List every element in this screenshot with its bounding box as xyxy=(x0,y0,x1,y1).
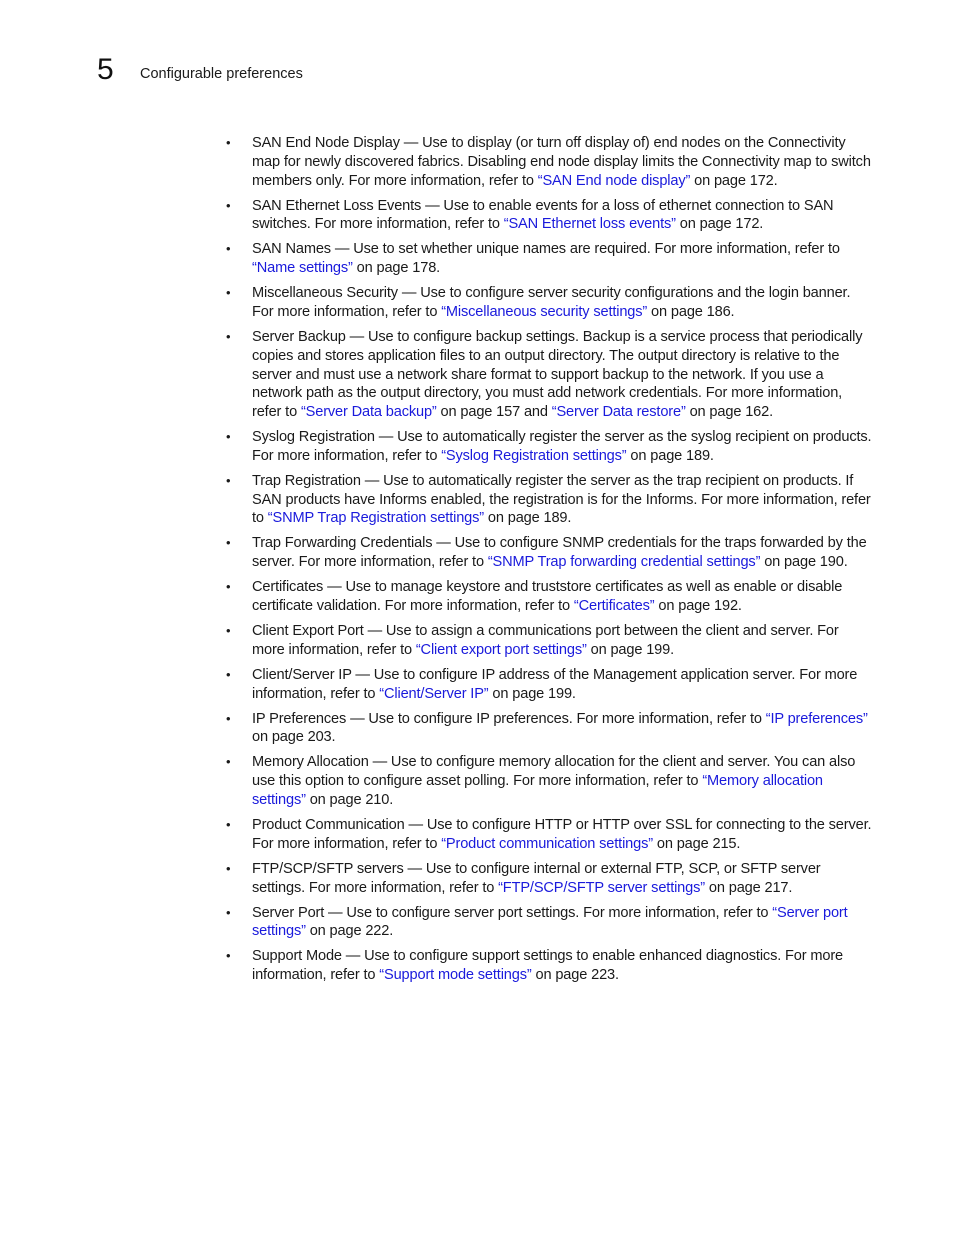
bullet-icon: • xyxy=(226,429,231,445)
list-item: • Certificates — Use to manage keystore a… xyxy=(226,578,872,616)
bullet-icon: • xyxy=(226,710,231,726)
list-item: • Memory Allocation — Use to configure me… xyxy=(226,753,872,809)
bullet-icon: • xyxy=(226,135,231,150)
item-text: on page 178. xyxy=(352,260,441,277)
list-item: • Client Export Port — Use to assign a co… xyxy=(226,622,872,660)
item-text: on page 189. xyxy=(626,447,714,464)
cross-reference-link[interactable]: “SNMP Trap forwarding credential setting… xyxy=(488,554,761,570)
item-text: on page 222. xyxy=(305,923,394,940)
bullet-icon: • xyxy=(226,472,231,488)
item-text: on page 223. xyxy=(531,967,619,984)
item-text: Server Port — Use to configure server po… xyxy=(252,904,773,921)
list-item: • FTP/SCP/SFTP servers — Use to configure… xyxy=(226,860,872,898)
item-text: Certificates — Use to manage keystore an… xyxy=(252,579,843,615)
cross-reference-link[interactable]: “Server Data backup” xyxy=(301,404,437,420)
cross-reference-link[interactable]: “Client/Server IP” xyxy=(379,686,488,702)
bullet-icon: • xyxy=(226,328,231,344)
item-text: on page 217. xyxy=(704,879,793,896)
bullet-icon: • xyxy=(226,197,231,213)
item-text: on page 172. xyxy=(675,216,764,233)
section-title: Configurable preferences xyxy=(140,66,303,82)
bullet-icon: • xyxy=(226,579,231,595)
chapter-number: 5 xyxy=(97,53,114,86)
bullet-icon: • xyxy=(226,285,231,301)
item-text: IP Preferences — Use to configure IP pre… xyxy=(252,710,766,727)
list-item: • IP Preferences — Use to configure IP pr… xyxy=(226,710,872,748)
list-item: • Server Port — Use to configure server p… xyxy=(226,904,872,942)
list-item: • Support Mode — Use to configure support… xyxy=(226,947,872,985)
cross-reference-link[interactable]: “SAN Ethernet loss events” xyxy=(504,216,676,232)
item-text: on page 203. xyxy=(252,729,336,746)
cross-reference-link[interactable]: “IP preferences” xyxy=(766,711,868,727)
cross-reference-link[interactable]: “FTP/SCP/SFTP server settings” xyxy=(498,880,705,896)
bullet-icon: • xyxy=(226,623,231,639)
bullet-icon: • xyxy=(226,816,231,832)
cross-reference-link[interactable]: “Client export port settings” xyxy=(416,642,587,658)
item-text: on page 189. xyxy=(483,510,572,527)
cross-reference-link[interactable]: “Support mode settings” xyxy=(379,967,531,983)
list-item: • Syslog Registration — Use to automatica… xyxy=(226,428,872,466)
cross-reference-link[interactable]: “Product communication settings” xyxy=(441,836,653,852)
item-text: on page 157 and xyxy=(436,404,552,421)
list-item: • SAN End Node Display — Use to display (… xyxy=(226,134,872,190)
item-text: on page 190. xyxy=(760,554,848,571)
list-item: • Client/Server IP — Use to configure IP … xyxy=(226,666,872,704)
bullet-icon: • xyxy=(226,535,231,551)
bullet-icon: • xyxy=(226,241,231,257)
list-item: • Miscellaneous Security — Use to configu… xyxy=(226,284,872,322)
list-item: • Server Backup — Use to configure backup… xyxy=(226,328,872,422)
cross-reference-link[interactable]: “SAN End node display” xyxy=(538,173,691,189)
bullet-icon: • xyxy=(226,860,231,876)
list-item: • SAN Ethernet Loss Events — Use to enabl… xyxy=(226,197,872,235)
cross-reference-link[interactable]: “Miscellaneous security settings” xyxy=(441,304,647,320)
item-text: on page 172. xyxy=(690,172,778,189)
list-item: • Trap Forwarding Credentials — Use to co… xyxy=(226,534,872,572)
list-item: • Product Communication — Use to configur… xyxy=(226,816,872,854)
cross-reference-link[interactable]: “Server Data restore” xyxy=(552,404,686,420)
cross-reference-link[interactable]: “Syslog Registration settings” xyxy=(441,448,626,464)
item-text: on page 199. xyxy=(488,685,576,702)
cross-reference-link[interactable]: “SNMP Trap Registration settings” xyxy=(268,510,484,526)
item-text: on page 186. xyxy=(647,303,735,320)
item-text: SAN Names — Use to set whether unique na… xyxy=(252,241,840,258)
item-text: on page 210. xyxy=(305,791,394,808)
item-text: on page 192. xyxy=(654,598,742,615)
bullet-icon: • xyxy=(226,666,231,682)
bullet-icon: • xyxy=(226,948,231,964)
item-text: on page 215. xyxy=(652,835,741,852)
item-text: on page 199. xyxy=(586,641,675,658)
bullet-icon: • xyxy=(226,904,231,920)
preferences-bullet-list: • SAN End Node Display — Use to display (… xyxy=(226,134,872,991)
list-item: • SAN Names — Use to set whether unique n… xyxy=(226,240,872,278)
bullet-icon: • xyxy=(226,754,231,770)
item-text: on page 162. xyxy=(685,404,774,421)
cross-reference-link[interactable]: “Name settings” xyxy=(252,260,353,276)
cross-reference-link[interactable]: “Certificates” xyxy=(574,598,655,614)
list-item: • Trap Registration — Use to automaticall… xyxy=(226,472,872,528)
